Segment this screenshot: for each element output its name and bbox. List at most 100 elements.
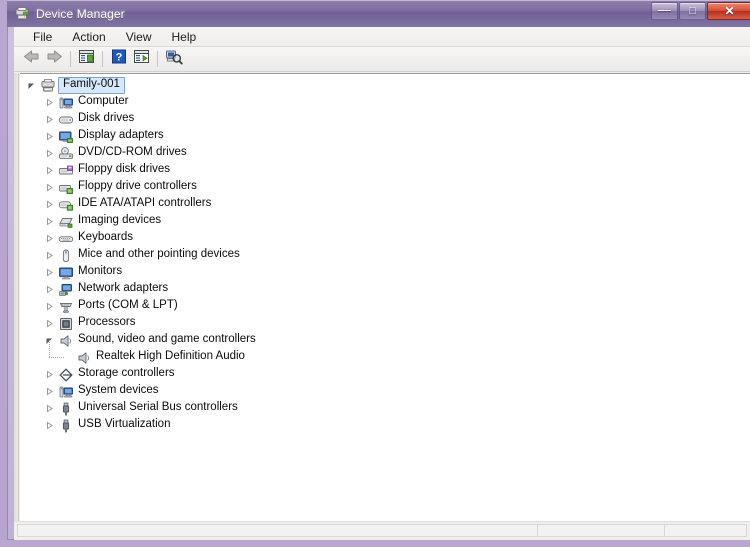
maximize-button[interactable]: □ xyxy=(679,2,706,20)
tree-item-sound-controllers[interactable]: Sound, video and game controllers xyxy=(20,332,750,349)
properties-button[interactable] xyxy=(130,49,153,70)
tree-gutter xyxy=(14,73,19,521)
status-bar-inner xyxy=(17,524,747,537)
menu-help[interactable]: Help xyxy=(163,28,206,46)
tree-item-display-adapters[interactable]: Display adapters xyxy=(20,128,750,145)
tree-item-label: Sound, video and game controllers xyxy=(78,333,256,346)
dvd-drive-icon xyxy=(58,146,74,162)
tree-item-system-devices[interactable]: System devices xyxy=(20,383,750,400)
chevron-right-icon[interactable] xyxy=(44,148,55,159)
speaker-icon xyxy=(76,350,92,366)
tree-item-floppy-drive-controllers[interactable]: Floppy drive controllers xyxy=(20,179,750,196)
chevron-right-icon[interactable] xyxy=(44,369,55,380)
window-title: Device Manager xyxy=(36,6,125,21)
port-icon xyxy=(58,299,74,315)
tree-item-keyboards[interactable]: Keyboards xyxy=(20,230,750,247)
tree-item-disk-drives[interactable]: Disk drives xyxy=(20,111,750,128)
chevron-right-icon[interactable] xyxy=(44,199,55,210)
tree-item-label: Monitors xyxy=(78,265,123,278)
chevron-right-icon[interactable] xyxy=(44,216,55,227)
chevron-right-icon[interactable] xyxy=(44,386,55,397)
speaker-icon xyxy=(58,333,74,349)
tree-item-label: DVD/CD-ROM drives xyxy=(78,146,187,159)
tree-item-ports[interactable]: Ports (COM & LPT) xyxy=(20,298,750,315)
status-segment-tertiary xyxy=(664,525,746,536)
floppy-disk-icon xyxy=(58,163,74,179)
mouse-icon xyxy=(58,248,74,264)
forward-button[interactable] xyxy=(43,49,66,70)
tree-item-dvd-cdrom-drives[interactable]: DVD/CD-ROM drives xyxy=(20,145,750,162)
tree-item-label: Imaging devices xyxy=(78,214,162,227)
expand-collapse-icon[interactable] xyxy=(26,80,37,91)
tree-item-label: Universal Serial Bus controllers xyxy=(78,401,238,414)
tree-item-network-adapters[interactable]: Network adapters xyxy=(20,281,750,298)
ide-controller-icon xyxy=(58,197,74,213)
tree-item-realtek-audio[interactable]: Realtek High Definition Audio xyxy=(20,340,750,366)
floppy-controller-icon xyxy=(58,180,74,196)
tree-item-storage-controllers[interactable]: Storage controllers xyxy=(20,366,750,383)
system-device-icon xyxy=(58,384,74,400)
tree-item-computer[interactable]: Computer xyxy=(20,94,750,111)
processor-icon xyxy=(58,316,74,332)
expand-collapse-icon[interactable] xyxy=(44,335,55,346)
chevron-right-icon[interactable] xyxy=(44,182,55,193)
menu-file[interactable]: File xyxy=(24,28,61,46)
menu-action[interactable]: Action xyxy=(63,28,114,46)
question-mark-icon: ? xyxy=(111,49,127,69)
chevron-right-icon[interactable] xyxy=(44,318,55,329)
computer-icon xyxy=(58,95,74,111)
tree-item-ide-controllers[interactable]: IDE ATA/ATAPI controllers xyxy=(20,196,750,213)
close-button[interactable]: ✕ xyxy=(707,2,750,20)
toolbar-separator xyxy=(102,51,103,67)
disk-drive-icon xyxy=(58,112,74,128)
minimize-button[interactable]: — xyxy=(651,2,678,20)
toolbar-separator xyxy=(70,51,71,67)
back-arrow-icon xyxy=(23,49,40,69)
scan-hardware-changes-button[interactable] xyxy=(162,49,185,70)
tree-item-mice[interactable]: Mice and other pointing devices xyxy=(20,247,750,264)
chevron-right-icon[interactable] xyxy=(44,420,55,431)
chevron-right-icon[interactable] xyxy=(44,250,55,261)
properties-icon xyxy=(133,49,150,69)
chevron-right-icon[interactable] xyxy=(44,403,55,414)
tree-item-label: IDE ATA/ATAPI controllers xyxy=(78,197,212,210)
tree-item-label: Network adapters xyxy=(78,282,169,295)
chevron-right-icon[interactable] xyxy=(44,301,55,312)
tree-item-floppy-disk-drives[interactable]: Floppy disk drives xyxy=(20,162,750,179)
tree-item-processors[interactable]: Processors xyxy=(20,315,750,332)
toolbar-separator xyxy=(157,51,158,67)
usb-icon xyxy=(58,401,74,417)
tree-item-label: System devices xyxy=(78,384,159,397)
back-button[interactable] xyxy=(20,49,43,70)
tree-item-usb-virtualization[interactable]: USB Virtualization xyxy=(20,417,750,434)
chevron-right-icon[interactable] xyxy=(44,97,55,108)
status-segment-main xyxy=(18,525,537,536)
title-bar[interactable]: Device Manager — □ ✕ xyxy=(7,0,750,27)
forward-arrow-icon xyxy=(46,49,63,69)
menu-view[interactable]: View xyxy=(117,28,161,46)
chevron-right-icon[interactable] xyxy=(44,267,55,278)
chevron-right-icon[interactable] xyxy=(44,165,55,176)
tree-item-monitors[interactable]: Monitors xyxy=(20,264,750,281)
tree-root-label: Family-001 xyxy=(58,77,125,94)
console-tree-icon xyxy=(78,49,95,69)
tree-item-label: Display adapters xyxy=(78,129,164,142)
chevron-right-icon[interactable] xyxy=(44,131,55,142)
chevron-right-icon[interactable] xyxy=(44,284,55,295)
show-hidden-devices-button[interactable] xyxy=(75,49,98,70)
chevron-right-icon[interactable] xyxy=(44,114,55,125)
client-area: File Action View Help ? Family-001 Compu… xyxy=(14,27,750,540)
help-button[interactable]: ? xyxy=(107,49,130,70)
tree-item-label: Keyboards xyxy=(78,231,133,244)
window-controls: — □ ✕ xyxy=(651,2,750,20)
status-bar xyxy=(14,521,750,540)
imaging-device-icon xyxy=(58,214,74,230)
device-manager-window: Device Manager — □ ✕ File Action View He… xyxy=(0,0,750,547)
display-adapter-icon xyxy=(58,129,74,145)
tree-item-usb-controllers[interactable]: Universal Serial Bus controllers xyxy=(20,400,750,417)
tree-root-item[interactable]: Family-001 xyxy=(20,77,750,94)
device-tree[interactable]: Family-001 Computer Disk drives Display … xyxy=(20,73,750,521)
chevron-right-icon[interactable] xyxy=(44,233,55,244)
tree-item-imaging-devices[interactable]: Imaging devices xyxy=(20,213,750,230)
device-manager-icon xyxy=(14,6,30,22)
